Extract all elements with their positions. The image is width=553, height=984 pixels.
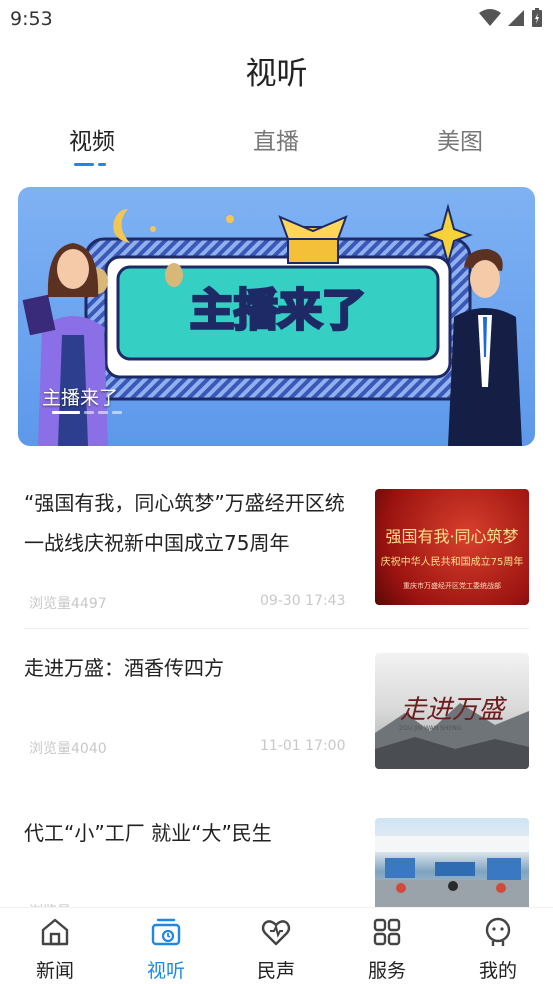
news-item[interactable]: 走进万盛：酒香传四方 浏览量4040 11-01 17:00 走进万盛 ZOU … [24,648,529,778]
news-thumbnail: 强国有我·同心筑梦 庆祝中华人民共和国成立75周年 重庆市万盛经开区党工委统战部 [375,489,529,605]
publish-time: 11-01 17:00 [260,738,346,754]
nav-label: 我的 [478,960,517,982]
bottom-nav: 新闻 视听 民声 服务 我的 [0,907,553,984]
page-title: 视听 [245,56,308,92]
tab-photos[interactable]: 美图 [400,122,520,156]
view-count: 浏览量4040 [29,741,107,757]
nav-label: 民声 [256,960,295,982]
signal-icon [508,10,524,26]
banner-headline: 主播来了 [190,285,366,336]
nav-news[interactable]: 新闻 [15,916,95,983]
home-icon [41,918,69,946]
publish-time: 09-30 17:43 [260,593,346,609]
nav-label: 服务 [367,960,406,982]
profile-icon [485,917,511,946]
news-item[interactable]: 代工“小”工厂 就业“大”民生 浏览量 [24,813,529,920]
thumbnail-headline: 走进万盛 [399,695,504,725]
status-bar: 9:53 [0,0,553,38]
news-item[interactable]: “强国有我，同心筑梦”万盛经开区统一战线庆祝新中国成立75周年 浏览量4497 … [24,483,529,613]
video-icon [151,918,181,946]
thumbnail-subtitle: ZOU JIN WAN SHENG [399,725,462,732]
nav-label: 视听 [146,960,185,982]
news-title: 走进万盛：酒香传四方 [24,656,224,680]
thumbnail-subtitle: 庆祝中华人民共和国成立75周年 [380,557,524,568]
thumbnail-org: 重庆市万盛经开区党工委统战部 [403,582,501,590]
nav-service[interactable]: 服务 [347,916,427,983]
tab-live[interactable]: 直播 [216,122,336,156]
status-time: 9:53 [10,8,53,30]
tab-video[interactable]: 视频 [32,122,152,156]
thumbnail-headline: 强国有我·同心筑梦 [385,527,519,546]
status-icons [479,8,543,28]
nav-profile[interactable]: 我的 [458,916,538,983]
nav-label: 新闻 [35,960,74,982]
factory-artwork [375,836,529,907]
banner-carousel[interactable]: 主播来了 主播来了 [18,187,535,446]
news-title: 代工“小”工厂 就业“大”民生 [24,821,272,845]
nav-media[interactable]: 视听 [126,916,206,983]
battery-icon [532,8,542,27]
news-thumbnail: 走进万盛 ZOU JIN WAN SHENG [375,653,529,769]
banner-caption: 主播来了 [42,387,119,409]
grid-icon [373,918,401,946]
carousel-indicator [52,411,122,414]
tab-indicator [74,163,110,167]
wifi-icon [479,9,501,26]
news-title: “强国有我，同心筑梦”万盛经开区统一战线庆祝新中国成立75周年 [24,491,345,555]
divider [24,628,529,629]
nav-voice[interactable]: 民声 [236,916,316,983]
news-thumbnail [375,818,529,907]
view-count: 浏览量4497 [29,596,107,612]
female-presenter-figure [22,243,108,446]
heart-icon [261,920,291,946]
